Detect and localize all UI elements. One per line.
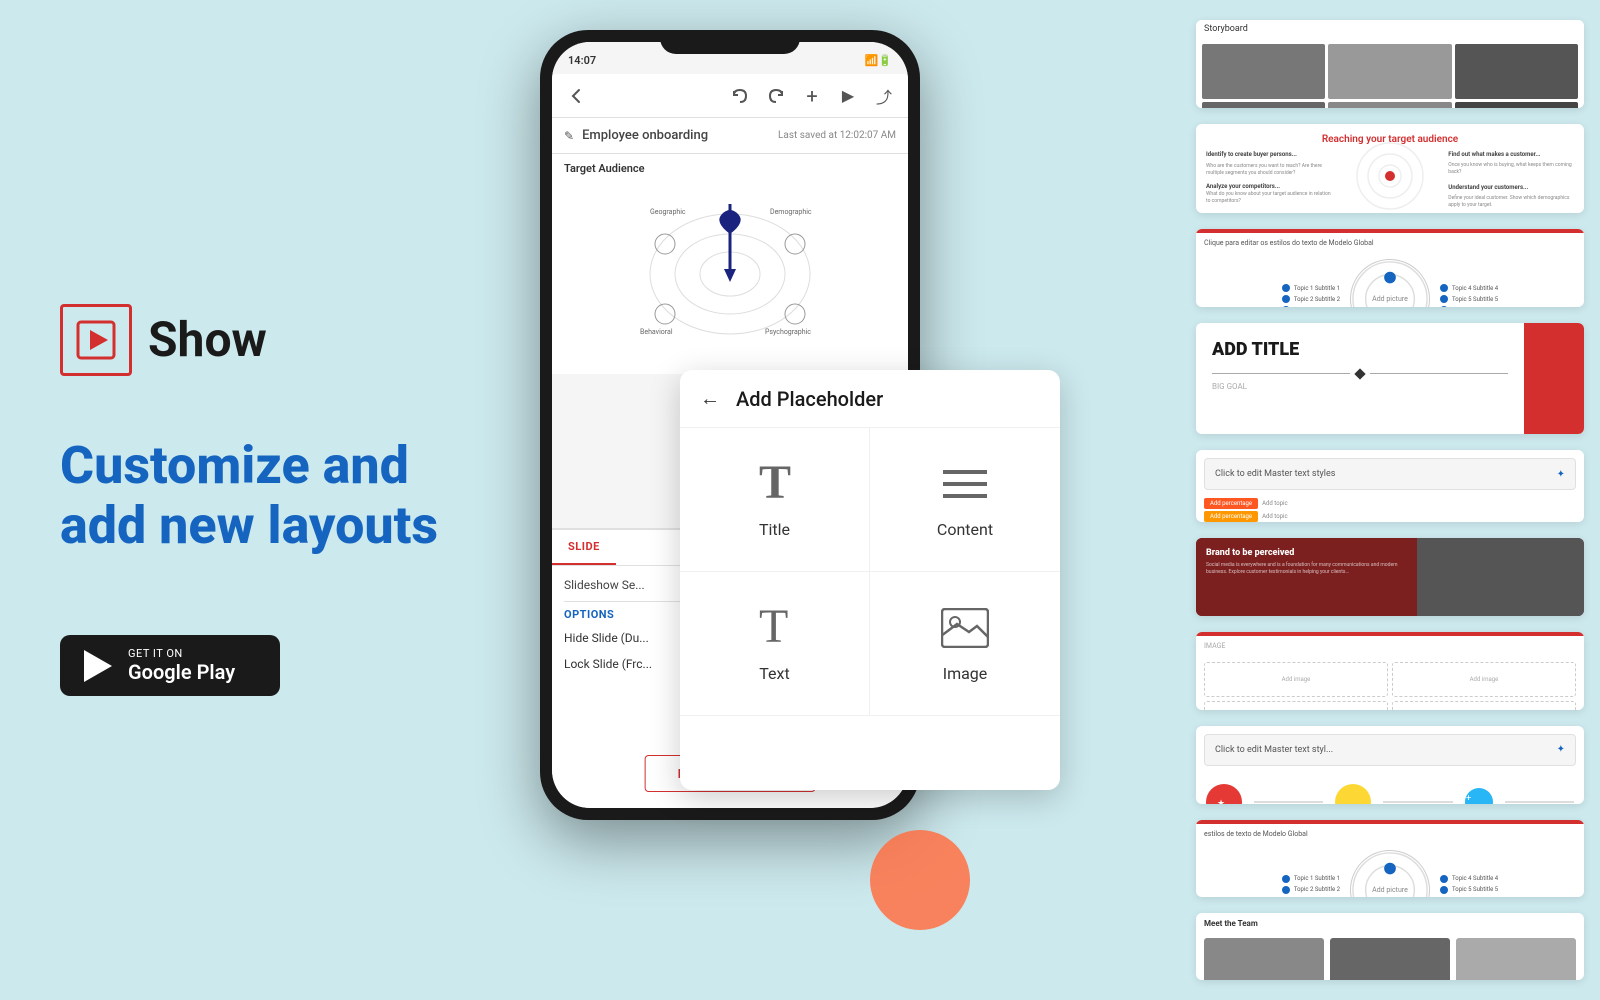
circle-yellow: [1335, 784, 1371, 804]
dart-svg: Geographic Demographic Behavioral Psycho…: [630, 184, 830, 364]
back-icon[interactable]: [564, 84, 588, 108]
team-photo-3: [1456, 938, 1576, 980]
share-icon[interactable]: ⤴: [872, 84, 896, 108]
phone-toolbar: + ▶ ⤴: [552, 74, 908, 118]
slide1-content: Identify to create buyer persons... Who …: [1206, 151, 1574, 200]
slide7-master-text: Click to edit Master text styl... ✦: [1204, 734, 1576, 766]
placeholder-content-item[interactable]: Content: [870, 428, 1060, 572]
placeholder-image-item[interactable]: Image: [870, 572, 1060, 716]
slide3-right-bar: [1524, 323, 1584, 434]
story-item-5: [1328, 102, 1451, 108]
slide8-circle: Add picture: [1350, 850, 1430, 898]
right-panel: Storyboard Slide 1 of 4 Reaching your ta…: [1180, 0, 1600, 1000]
redo-icon[interactable]: [764, 84, 788, 108]
svg-text:★: ★: [1217, 799, 1225, 804]
title-icon: T: [751, 460, 799, 508]
left-panel: Show Customize and add new layouts GET I…: [0, 0, 560, 1000]
svg-text:T: T: [759, 460, 791, 508]
svg-text:T: T: [759, 604, 788, 652]
slide2-diagram: Topic 1 Subtitle 1 Topic 2 Subtitle 2 To…: [1196, 251, 1584, 307]
svg-text:Geographic: Geographic: [650, 208, 686, 216]
slide8-diagram: Topic 1 Subtitle 1 Topic 2 Subtitle 2 To…: [1196, 842, 1584, 898]
slide8-topic-left: Topic 1 Subtitle 1 Topic 2 Subtitle 2 To…: [1282, 875, 1340, 898]
play-store-icon: [80, 648, 116, 684]
slide-thumb-6[interactable]: IMAGE Add image Add image Add image Add …: [1196, 632, 1584, 710]
logo-area: Show: [60, 304, 500, 376]
story-item-4: [1202, 102, 1325, 108]
acc-row-2: Add percentage Add topic: [1204, 511, 1576, 522]
svg-text:+: +: [1466, 794, 1471, 803]
svg-text:Demographic: Demographic: [770, 208, 812, 216]
app-logo-icon: [60, 304, 132, 376]
slide-thumb-7[interactable]: Click to edit Master text styl... ✦ ★ + …: [1196, 726, 1584, 804]
circle-red: ★: [1206, 784, 1242, 804]
topic-list-left: Topic 1 Subtitle 1 Topic 2 Subtitle 2 To…: [1282, 284, 1340, 307]
slide-thumb-9[interactable]: Meet the Team Name / TitleName / TitleNa…: [1196, 913, 1584, 980]
app-tagline: Customize and add new layouts: [60, 436, 500, 556]
slide-thumb-1[interactable]: Reaching your target audience Identify t…: [1196, 124, 1584, 213]
slide1-right: Find out what makes a customer... Once y…: [1448, 151, 1574, 200]
slide-thumb-8[interactable]: estilos de texto de Modelo Global Topic …: [1196, 820, 1584, 898]
add-icon[interactable]: +: [800, 84, 824, 108]
slide5-brand-image: [1417, 538, 1584, 616]
logo-svg: [76, 320, 116, 360]
circle-blue: +: [1465, 788, 1493, 804]
svg-text:Psychographic: Psychographic: [765, 328, 811, 336]
google-play-badge[interactable]: GET IT ON Google Play: [60, 635, 280, 696]
phone-notch: [660, 30, 800, 54]
story-item-1: [1202, 44, 1325, 99]
slide1-left: Identify to create buyer persons... Who …: [1206, 151, 1332, 200]
image-placeholder-icon: [941, 604, 989, 652]
storyboard-label: Storyboard: [1196, 20, 1584, 38]
topic-list-right: Topic 4 Subtitle 4 Topic 5 Subtitle 5 To…: [1440, 284, 1498, 307]
slide-thumb-storyboard[interactable]: Storyboard Slide 1 of 4: [1196, 20, 1584, 108]
team-photo-1: [1204, 938, 1324, 980]
story-item-6: [1455, 102, 1578, 108]
slide1-inner: Reaching your target audience Identify t…: [1196, 124, 1584, 213]
slide-thumb-5[interactable]: Brand to be perceived Social media is ev…: [1196, 538, 1584, 616]
team-photos: [1196, 930, 1584, 980]
slide-thumb-3[interactable]: ADD TITLE BIG GOAL: [1196, 323, 1584, 434]
add-placeholder-overlay: ← Add Placeholder T Title Content: [680, 370, 1060, 790]
slide2-red-bar: [1196, 229, 1584, 233]
overlay-title: Add Placeholder: [736, 387, 883, 411]
team-photo-2: [1330, 938, 1450, 980]
slide8-topic-right: Topic 4 Subtitle 4 Topic 5 Subtitle 5 To…: [1440, 875, 1498, 898]
app-name: Show: [148, 311, 267, 368]
storyboard-grid: [1196, 38, 1584, 108]
slide7-circles: ★ +: [1196, 774, 1584, 804]
text-icon: T: [751, 604, 799, 652]
placeholder-title-item[interactable]: T Title: [680, 428, 870, 572]
acc-row-1: Add percentage Add topic: [1204, 498, 1576, 509]
slide1-target: [1340, 151, 1441, 200]
placeholder-grid: T Title Content T Text: [680, 428, 1060, 716]
slide6-grid: Add image Add image Add image Add image: [1196, 654, 1584, 710]
slide4-master-text: Click to edit Master text styles ✦: [1204, 458, 1576, 490]
slide-thumb-2[interactable]: Clique para editar os estilos do texto d…: [1196, 229, 1584, 307]
story-item-3: [1455, 44, 1578, 99]
story-item-2: [1328, 44, 1451, 99]
content-icon: [941, 460, 989, 508]
pencil-icon: ✎: [564, 129, 574, 143]
slide2-circle: Add picture: [1350, 259, 1430, 307]
slide5-brand-left: Brand to be perceived Social media is ev…: [1196, 538, 1417, 616]
placeholder-text-item[interactable]: T Text: [680, 572, 870, 716]
slide-content: Target Audience Geographic Demographic B…: [552, 154, 908, 374]
undo-icon[interactable]: [728, 84, 752, 108]
phone-title-bar: ✎ Employee onboarding Last saved at 12:0…: [552, 118, 908, 154]
badge-text: GET IT ON Google Play: [128, 647, 235, 684]
slide3-left: ADD TITLE BIG GOAL: [1196, 323, 1524, 434]
slide-thumb-4[interactable]: Click to edit Master text styles ✦ Add p…: [1196, 450, 1584, 522]
meet-team-title: Meet the Team: [1196, 913, 1584, 930]
overlay-back-button[interactable]: ←: [700, 386, 720, 411]
overlay-header: ← Add Placeholder: [680, 370, 1060, 428]
tab-slide[interactable]: SLIDE: [552, 530, 616, 565]
coral-blob: [870, 830, 970, 930]
play-icon[interactable]: ▶: [836, 84, 860, 108]
svg-text:Behavioral: Behavioral: [640, 328, 673, 336]
slide2-label: Clique para editar os estilos do texto d…: [1196, 235, 1584, 251]
